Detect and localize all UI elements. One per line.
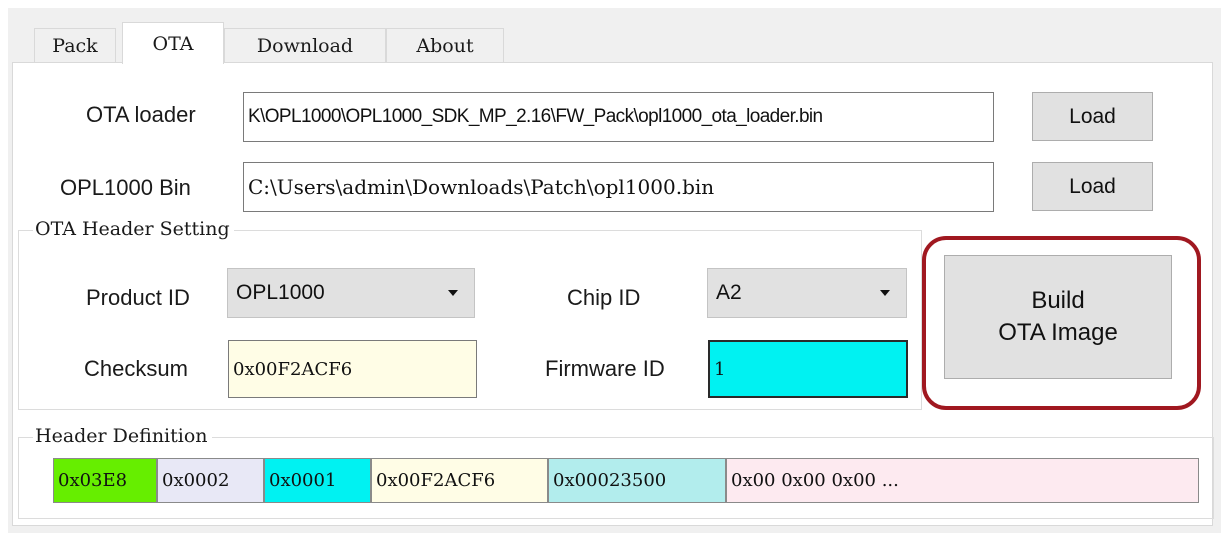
product-id-label: Product ID (86, 285, 190, 310)
ota-loader-path-field[interactable]: K\OPL1000\OPL1000_SDK_MP_2.16\FW_Pack\op… (243, 92, 994, 142)
build-ota-image-button[interactable]: Build OTA Image (944, 255, 1172, 379)
opl1000-bin-label: OPL1000 Bin (60, 175, 191, 200)
load-opl1000-bin-button[interactable]: Load (1032, 162, 1153, 211)
product-id-dropdown[interactable]: OPL1000 (227, 268, 475, 318)
ota-header-setting-title: OTA Header Setting (33, 218, 234, 240)
header-seg-size: 0x00023500 (548, 458, 726, 503)
tab-ota[interactable]: OTA (122, 22, 224, 64)
header-seg-magic: 0x03E8 (53, 458, 157, 503)
chevron-down-icon (880, 290, 890, 296)
header-seg-firmware-id: 0x0001 (264, 458, 371, 503)
chevron-down-icon (448, 290, 458, 296)
tab-download[interactable]: Download (224, 28, 386, 63)
checksum-field[interactable]: 0x00F2ACF6 (228, 340, 477, 398)
ota-loader-label: OTA loader (86, 102, 196, 127)
chip-id-label: Chip ID (567, 285, 641, 310)
ota-tool-window: Pack OTA Download About OTA loader K\OPL… (0, 0, 1229, 541)
product-id-value: OPL1000 (236, 281, 325, 304)
chip-id-dropdown[interactable]: A2 (707, 268, 907, 318)
tab-pack[interactable]: Pack (34, 28, 116, 63)
load-ota-loader-button[interactable]: Load (1032, 92, 1153, 141)
header-seg-reserved: 0x00 0x00 0x00 ... (726, 458, 1199, 503)
header-seg-version: 0x0002 (157, 458, 264, 503)
chip-id-value: A2 (716, 281, 742, 304)
header-definition-title: Header Definition (33, 425, 212, 447)
build-button-line2: OTA Image (998, 319, 1118, 346)
build-button-line1: Build (1031, 287, 1085, 314)
header-seg-checksum: 0x00F2ACF6 (371, 458, 548, 503)
opl1000-bin-path-field[interactable]: C:\Users\admin\Downloads\Patch\opl1000.b… (243, 162, 994, 212)
firmware-id-label: Firmware ID (545, 356, 665, 381)
firmware-id-field[interactable]: 1 (708, 340, 908, 398)
checksum-label: Checksum (84, 356, 188, 381)
tab-about[interactable]: About (386, 28, 504, 63)
